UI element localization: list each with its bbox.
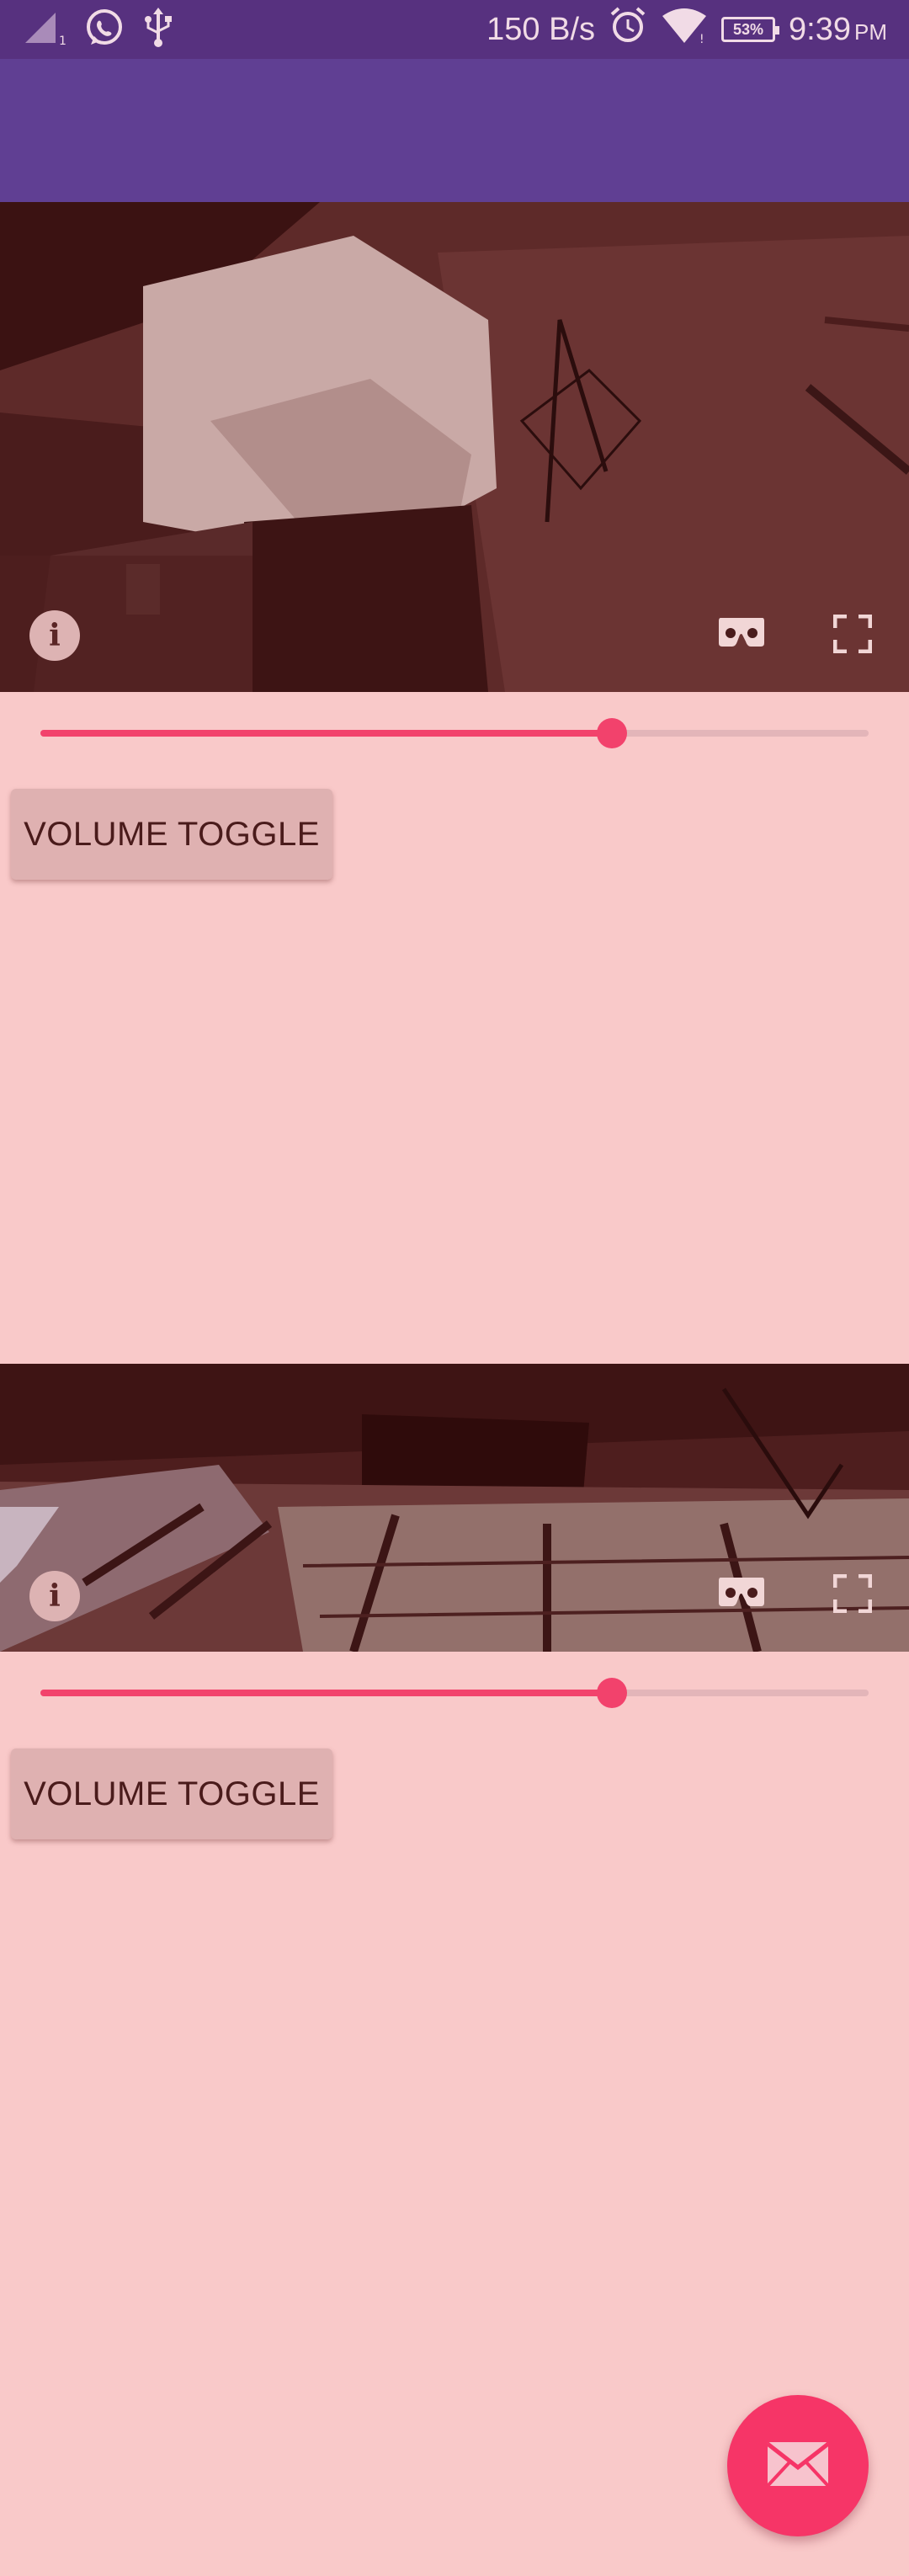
slider-fill [40,1690,612,1696]
wifi-icon: ! [661,6,708,53]
fullscreen-icon[interactable] [833,1574,872,1613]
status-right: 150 B/s ! 53% 9:39 PM [486,6,887,53]
volume-toggle-button-1[interactable]: VOLUME TOGGLE [11,789,332,880]
slider-fill [40,730,612,737]
svg-text:1: 1 [59,35,66,46]
clock-suffix: PM [854,19,887,45]
clock: 9:39 PM [789,12,887,48]
app-screen: 1 150 B/s ! 53% 9:39 PM i VOLUME TOGGLE … [0,0,909,2576]
email-icon [766,2440,830,2492]
alarm-icon [609,6,647,53]
network-speed: 150 B/s [486,11,596,47]
volume-toggle-button-2[interactable]: VOLUME TOGGLE [11,1748,332,1839]
battery-icon: 53% [721,17,780,42]
usb-icon [143,7,173,52]
status-left: 1 [22,7,173,52]
signal-icon: 1 [22,9,66,51]
status-bar: 1 150 B/s ! 53% 9:39 PM [0,0,909,59]
video-player-2[interactable]: i [0,1364,909,1652]
volume-slider-1[interactable] [40,707,869,758]
info-icon[interactable]: i [29,610,80,661]
video-frame-1 [0,202,909,692]
slider-thumb[interactable] [597,1678,627,1708]
fullscreen-icon[interactable] [833,615,872,653]
cardboard-vr-icon[interactable] [717,1574,766,1610]
whatsapp-icon [84,8,125,52]
slider-thumb[interactable] [597,718,627,748]
clock-time: 9:39 [789,11,851,47]
video-frame-2 [0,1364,909,1652]
svg-text:!: ! [699,33,704,45]
info-icon[interactable]: i [29,1571,80,1621]
app-bar [0,59,909,202]
volume-slider-2[interactable] [40,1667,869,1717]
battery-percent: 53% [733,20,764,38]
cardboard-vr-icon[interactable] [717,615,766,650]
email-fab[interactable] [727,2395,869,2536]
video-player-1[interactable]: i [0,202,909,692]
